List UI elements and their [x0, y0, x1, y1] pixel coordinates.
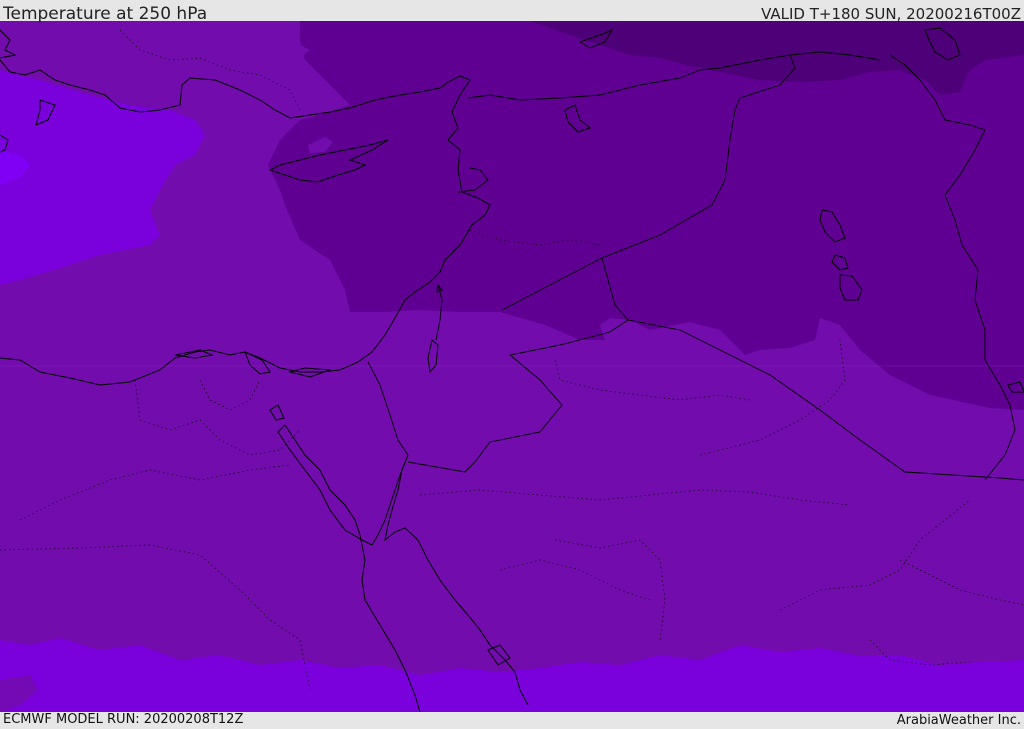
- provider-label: ArabiaWeather Inc.: [896, 713, 1021, 728]
- map-title: Temperature at 250 hPa: [3, 4, 208, 24]
- weather-map-page: Temperature at 250 hPa VALID T+180 SUN, …: [0, 0, 1024, 729]
- header-bar: Temperature at 250 hPa VALID T+180 SUN, …: [0, 0, 1024, 24]
- valid-time-label: VALID T+180 SUN, 20200216T00Z: [761, 5, 1021, 23]
- temperature-map: [0, 21, 1024, 712]
- footer-bar: ECMWF MODEL RUN: 20200208T12Z ArabiaWeat…: [0, 712, 1024, 729]
- model-run-label: ECMWF MODEL RUN: 20200208T12Z: [3, 712, 244, 727]
- map-canvas: [0, 21, 1024, 712]
